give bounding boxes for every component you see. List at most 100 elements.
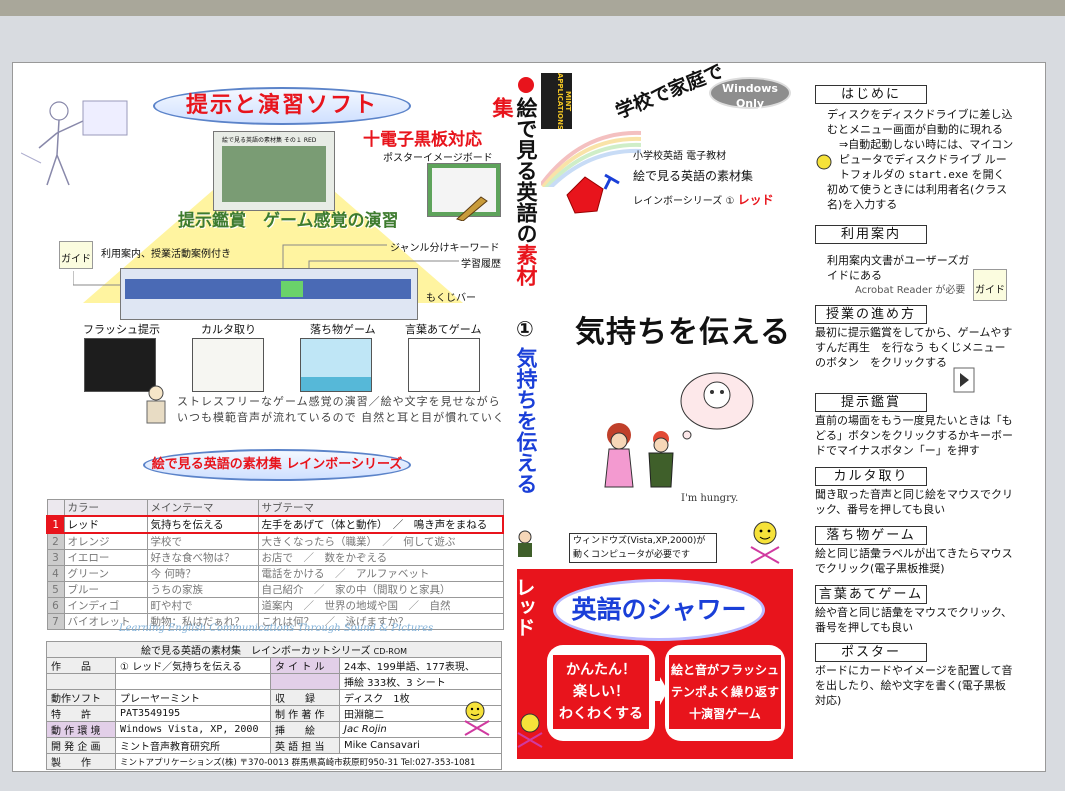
heading-presentation: 提示鑑賞 — [815, 393, 927, 412]
description-line2: いつも模範音声が流れているので 自然と耳と目が慣れていく — [177, 411, 505, 424]
menu-screenshot: 絵で見る英語の素材集 その１ RED — [213, 131, 335, 211]
info-value: ミントアプリケーションズ(株) 〒370-0013 群馬県高崎市萩原町950-3… — [115, 753, 502, 770]
body-falling: 絵と同じ語彙ラベルが出てきたらマウスでクリック(電子黒板推奨) — [815, 547, 1013, 575]
play-button-icon — [953, 367, 975, 393]
row-no: 4 — [46, 565, 65, 582]
row-no: 1 — [46, 515, 65, 534]
pen-icon — [456, 196, 488, 221]
row-sub: 左手をあげて（体と動作） ／ 鳴き声をまねる — [257, 515, 504, 534]
row-no: 2 — [46, 532, 65, 550]
body-presentation: 直前の場面をもう一度見たいときは「もどる」ボタンをクリックするかキーボードでマイ… — [815, 414, 1013, 457]
thumb-karuta-image — [192, 338, 264, 392]
series-oval: 絵で見る英語の素材集 レインボーシリーズ — [143, 449, 411, 481]
student-illustration — [146, 385, 166, 424]
blackboard-label: 十電子黒板対応 — [363, 130, 482, 150]
heading-poster: ポスター — [815, 643, 927, 662]
badge-left: かんたん！ 楽しい！ わくわくする — [547, 645, 655, 741]
soldier-mascot-icon — [518, 530, 532, 557]
document-page: 提示と演習ソフト 十電子黒板対応 ポスターイメージボード 絵で見る英語の素材集 … — [12, 60, 1046, 772]
row-color: オレンジ — [63, 532, 148, 550]
badge-right-line1: 絵と音がフラッシュ — [670, 663, 779, 677]
thumb-label-falling: 落ち物ゲーム — [310, 323, 376, 336]
heading-lesson: 授業の進め方 — [815, 305, 927, 324]
thumb-label-flash: フラッシュ提示 — [83, 323, 160, 336]
th-no — [46, 499, 65, 517]
row-main: 今 何時？ — [146, 565, 259, 582]
row-main: 町や村で — [146, 597, 259, 614]
heading-falling: 落ち物ゲーム — [815, 526, 927, 545]
series-name: 絵で見る英語の素材集 — [633, 169, 754, 183]
red-dot-icon — [518, 77, 534, 93]
row-color: グリーン — [63, 565, 148, 582]
table-row: 1 レッド 気持ちを伝える 左手をあげて（体と動作） ／ 鳴き声をまねる — [46, 515, 504, 534]
requirement-box: ウィンドウズ(Vista,XP,2000)が 動くコンピュータが必要です — [569, 533, 717, 563]
smiley-mascot-icon — [464, 701, 490, 736]
info-value: PAT3549195 — [115, 705, 271, 722]
th-color: カラー — [63, 499, 148, 517]
info-label: 収 録 — [270, 689, 340, 706]
row-color: レッド — [63, 515, 148, 534]
body-word-game: 絵や音と同じ語彙をマウスでクリック、番号を押しても良い — [815, 606, 1013, 634]
row-color: ブルー — [63, 581, 148, 598]
row-color: インディゴ — [63, 597, 148, 614]
info-value: 挿絵 333枚、3 シート — [339, 673, 502, 690]
thumb-word-image — [408, 338, 480, 392]
red-label: レッド — [512, 577, 536, 637]
teacher-illustration — [21, 100, 128, 186]
table-row: 3 イエロー 好きな食べ物は？ お店で ／ 数をかぞえる — [46, 549, 504, 566]
info-label: タ イ ト ル — [270, 657, 340, 674]
badge-left-line3: わくわくする — [559, 706, 643, 722]
info-header-media: CD-ROM — [373, 647, 408, 656]
hungry-illustration — [604, 372, 754, 488]
vertical-subtitle: 気持ちを伝える — [514, 347, 538, 494]
row-sub: 大きくなったら（職業） ／ 何して遊ぶ — [257, 532, 504, 550]
red-promo-block: レッド 英語のシャワー かんたん！ 楽しい！ わくわくする 絵と音がフラッシュ … — [512, 569, 793, 759]
info-value: 24本、199単語、177表現、 — [339, 657, 502, 674]
shower-oval: 英語のシャワー — [553, 579, 765, 641]
smiley-small-icon — [816, 154, 832, 170]
badge-left-line1: かんたん！ — [566, 662, 636, 678]
smiley-mascot-icon-3 — [517, 713, 543, 748]
heading-intro: はじめに — [815, 85, 927, 104]
table-row: 5 ブルー うちの家族 自己紹介 ／ 家の中（間取りと家具） — [46, 581, 504, 598]
row-sub: お店で ／ 数をかぞえる — [257, 549, 504, 566]
body-intro: ディスクをディスクドライブに差し込むとメニュー画面が自動的に現れる ⇒自動起動し… — [827, 108, 1014, 211]
smiley-mascot-icon-2 — [750, 521, 780, 564]
th-main: メインテーマ — [146, 499, 259, 517]
series-line: レインボーシリーズ ① レッド — [633, 191, 774, 208]
info-label: 制 作 著 作 — [270, 705, 340, 722]
badge-right-line3: 十演習ゲーム — [689, 707, 761, 721]
info-value: ミント音声教育研究所 — [115, 737, 271, 754]
tagline: Learning English Communications Through … — [119, 623, 434, 634]
info-value: プレーヤーミント — [115, 689, 271, 706]
series-title: 絵で見る英語の素材集 レインボーシリーズ — [151, 457, 403, 472]
heading-word-game: 言葉あてゲーム — [815, 585, 927, 604]
heading-guide: 利用案内 — [815, 225, 927, 244]
row-no: 7 — [46, 613, 65, 630]
series-color: レッド — [737, 193, 774, 207]
thumb-falling-image — [300, 338, 372, 392]
guide-icon-right: ガイド — [973, 269, 1007, 301]
row-sub: 電話をかける ／ アルファベット — [257, 565, 504, 582]
grade-label: 小学校英語 電子教材 — [633, 151, 727, 162]
stage-title: 提示鑑賞 ゲーム感覚の演習 — [178, 211, 399, 231]
info-label: 作 品 — [46, 657, 116, 674]
info-header: 絵で見る英語の素材集 レインボーカットシリーズ CD-ROM — [46, 641, 502, 658]
row-sub: 道案内 ／ 世界の地域や国 ／ 自然 — [257, 597, 504, 614]
body-lesson: 最初に提示鑑賞をしてから、ゲームやすすんだ再生 を行なう もくじメニューのボタン… — [815, 326, 1013, 369]
info-header-text: 絵で見る英語の素材集 レインボーカットシリーズ — [140, 646, 371, 657]
mint-logo: MINT APPLICATIONS — [541, 73, 572, 129]
requirement-line1: ウィンドウズ(Vista,XP,2000)が — [573, 536, 706, 546]
info-label: 動作ソフト — [46, 689, 116, 706]
heading-karuta: カルタ取り — [815, 467, 927, 486]
info-label: 製 作 — [46, 753, 116, 770]
badge-right: 絵と音がフラッシュ テンポよく繰り返す 十演習ゲーム — [665, 645, 785, 741]
row-no: 6 — [46, 597, 65, 614]
series-line-text: レインボーシリーズ ① — [633, 196, 738, 207]
menu-bar-screenshot — [120, 268, 418, 320]
info-label: 動 作 環 境 — [46, 721, 116, 738]
row-main: 気持ちを伝える — [146, 515, 259, 534]
guide-icon-right-label: ガイド — [975, 285, 1005, 296]
row-color: イエロー — [63, 549, 148, 566]
body-karuta: 聞き取った音声と同じ絵をマウスでクリック、番号を押しても良い — [815, 488, 1013, 516]
